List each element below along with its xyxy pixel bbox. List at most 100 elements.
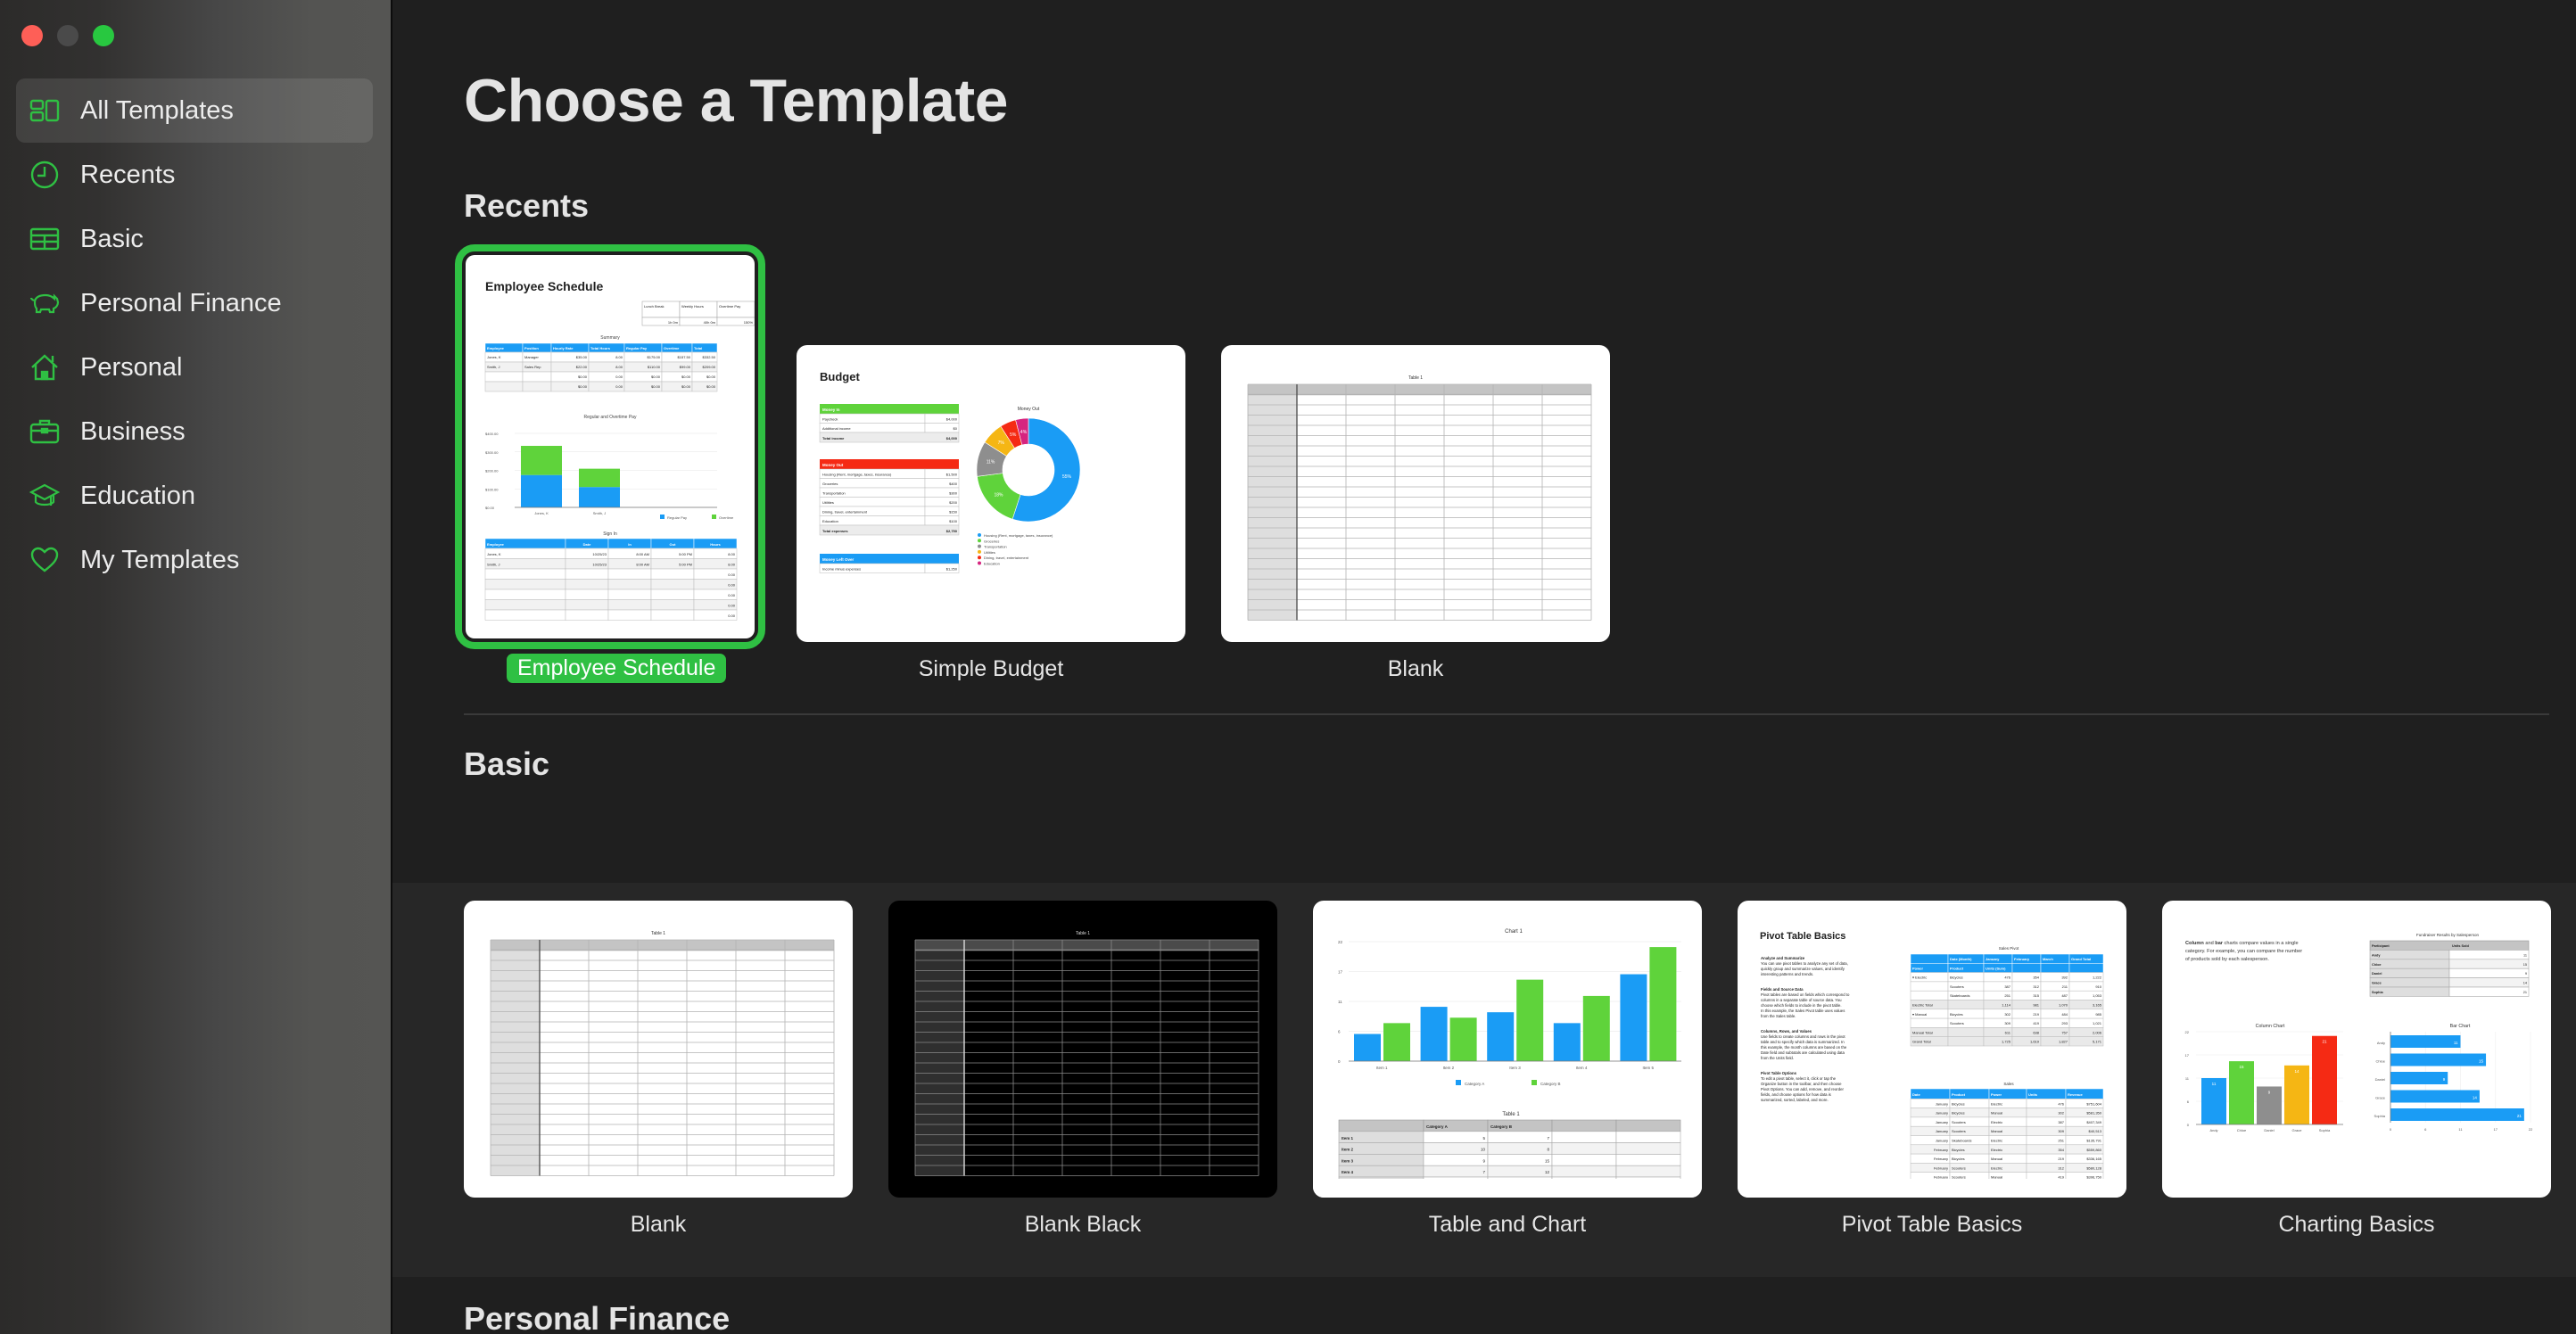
pivot-cell: [1947, 1027, 1985, 1037]
template-thumbnail-pivot-table-basics[interactable]: Pivot Table Basics Analyze and Summarize Y…: [1738, 901, 2126, 1198]
zoom-window-button[interactable]: [93, 25, 114, 46]
y-tick-label: 17: [2185, 1053, 2190, 1058]
paragraph-body: from the Units field.: [1761, 1056, 1794, 1060]
thumb-text: January: [1936, 1139, 1948, 1143]
thumb-text: $200: [949, 500, 958, 505]
thumb-text: Manual: [1991, 1111, 2002, 1116]
y-tick-label: Andy: [2377, 1041, 2385, 1045]
thumb-text: 219: [2058, 1157, 2064, 1161]
summary-cell: [484, 371, 524, 383]
thumb-text: Participant: [2372, 944, 2390, 948]
thumb-text: Bicycles: [1950, 1012, 1963, 1017]
template-label-employee-schedule[interactable]: Employee Schedule: [507, 654, 727, 683]
template-thumbnail-blank-recent[interactable]: Table 1: [1221, 345, 1610, 642]
thumb-text: 0.00: [728, 572, 736, 577]
signin-cell: [650, 579, 695, 590]
thumb-text: Category A: [1426, 1124, 1449, 1129]
thumb-text: Education: [822, 519, 838, 523]
thumb-text: 7%: [998, 441, 1005, 446]
thumb-text: 8.00: [728, 563, 736, 567]
template-label-table-and-chart[interactable]: Table and Chart: [1313, 1212, 1702, 1238]
thumb-text: $1,500: [946, 473, 958, 477]
table-header-cell: [1551, 1119, 1617, 1132]
sidebar-item-label: Business: [80, 416, 186, 446]
thumb-text: 981: [2033, 1003, 2039, 1008]
sidebar-item-education[interactable]: Education: [16, 464, 373, 528]
pivot-cell: [1910, 990, 1949, 1000]
template-label-pivot-table-basics[interactable]: Pivot Table Basics: [1738, 1212, 2126, 1238]
table-cell: [1423, 1165, 1489, 1178]
template-label-blank-black[interactable]: Blank Black: [888, 1212, 1277, 1238]
table-cell: [1487, 1154, 1553, 1166]
budget-block-header: [820, 404, 959, 414]
y-tick-label: 0: [2187, 1123, 2190, 1127]
thumb-text: 0.00: [615, 384, 623, 389]
legend-dot: [978, 544, 981, 548]
thumb-text: Manual: [1991, 1175, 2002, 1180]
thumb-text: $200.00: [485, 469, 499, 473]
thumb-text: 611: [2005, 1030, 2011, 1034]
y-tick-label: 17: [1338, 970, 1343, 975]
table-header-cell: [1615, 1119, 1681, 1132]
simple-budget-preview: Budget Money In Paycheck $4,000 Additional i…: [819, 370, 1081, 573]
thumb-text: 302: [2058, 1111, 2064, 1116]
thumb-text: Smith, J: [487, 563, 500, 567]
thumb-text: $157.50: [678, 355, 691, 359]
thumb-text: 757: [2061, 1030, 2068, 1034]
signin-cell: [650, 568, 695, 580]
sidebar-item-personal-finance[interactable]: Personal Finance: [16, 271, 373, 335]
template-label-blank[interactable]: Blank: [464, 1212, 853, 1238]
chart-bar: [1620, 974, 1647, 1061]
sidebar-item-all-templates[interactable]: All Templates: [16, 78, 373, 143]
template-label-simple-budget[interactable]: Simple Budget: [797, 656, 1185, 682]
paragraph-body: choose which fields to include in the pi…: [1761, 1003, 1842, 1008]
template-thumbnail-employee-schedule[interactable]: Employee Schedule Lunch Break 1h 0m Weekly …: [455, 244, 765, 649]
x-tick-label: Item 5: [1642, 1066, 1654, 1070]
thumb-text: In: [628, 542, 632, 547]
thumb-text: Bicycles: [1952, 1148, 1965, 1152]
thumb-text: $100.00: [485, 487, 499, 491]
thumb-text: Revenue: [2068, 1092, 2083, 1097]
thumb-text: $0.00: [578, 375, 588, 379]
paragraph-heading: Analyze and Summarize: [1761, 956, 1805, 960]
x-tick-label: Sophia: [2319, 1128, 2331, 1132]
thumb-text: 8:00 AM: [636, 552, 649, 556]
thumb-text: February: [1934, 1157, 1948, 1161]
sidebar-item-my-templates[interactable]: My Templates: [16, 528, 373, 592]
sidebar-item-label: Personal: [80, 352, 183, 382]
y-tick-label: 22: [1338, 940, 1343, 944]
thumb-text: Electric: [1991, 1148, 2002, 1152]
sidebar-item-basic[interactable]: Basic: [16, 207, 373, 271]
sidebar-item-personal[interactable]: Personal: [16, 335, 373, 399]
template-gallery[interactable]: Choose a Template Recents Employee Sched…: [392, 0, 2576, 1334]
template-thumbnail-simple-budget[interactable]: Budget Money In Paycheck $4,000 Additional i…: [797, 345, 1185, 642]
thumb-text: $300: [949, 491, 958, 496]
thumb-text: Item 1: [1342, 1136, 1354, 1140]
pivot-header-cell: [2068, 963, 2104, 973]
column-bar: [2312, 1035, 2337, 1124]
signin-cell: [650, 609, 695, 621]
thumb-text: $0.00: [651, 384, 661, 389]
thumb-text: $150: [949, 510, 958, 515]
template-thumbnail-blank-black[interactable]: Table 1: [888, 901, 1277, 1198]
x-tick-label: Grace: [2292, 1128, 2303, 1132]
close-window-button[interactable]: [21, 25, 43, 46]
thumb-text: Sales Pivot: [1999, 946, 2019, 951]
table-cell: [1487, 1142, 1553, 1155]
sidebar-item-business[interactable]: Business: [16, 399, 373, 464]
template-label-charting-basics[interactable]: Charting Basics: [2162, 1212, 2551, 1238]
intro-text: category. For example, you can compare t…: [2185, 949, 2302, 954]
minimize-window-button[interactable]: [57, 25, 78, 46]
thumb-text: 12: [1545, 1170, 1550, 1174]
template-label-blank-recent[interactable]: Blank: [1221, 656, 1610, 682]
chart-title: Column Chart: [2256, 1024, 2285, 1029]
thumb-text: $1,250: [946, 567, 958, 572]
sidebar-item-recents[interactable]: Recents: [16, 143, 373, 207]
template-thumbnail-blank[interactable]: Table 1: [464, 901, 853, 1198]
template-thumbnail-table-and-chart[interactable]: Chart 1 22 17 11 6 0 Item 1 Item 2 Item 3 Item 4 I…: [1313, 901, 1702, 1198]
thumb-text: Manual Total: [1912, 1030, 1933, 1034]
template-thumbnail-charting-basics[interactable]: Column and bar charts compare values in …: [2162, 901, 2551, 1198]
thumb-text: Scooters: [1952, 1120, 1966, 1124]
signin-cell: [565, 599, 609, 611]
signin-cell: [565, 568, 609, 580]
